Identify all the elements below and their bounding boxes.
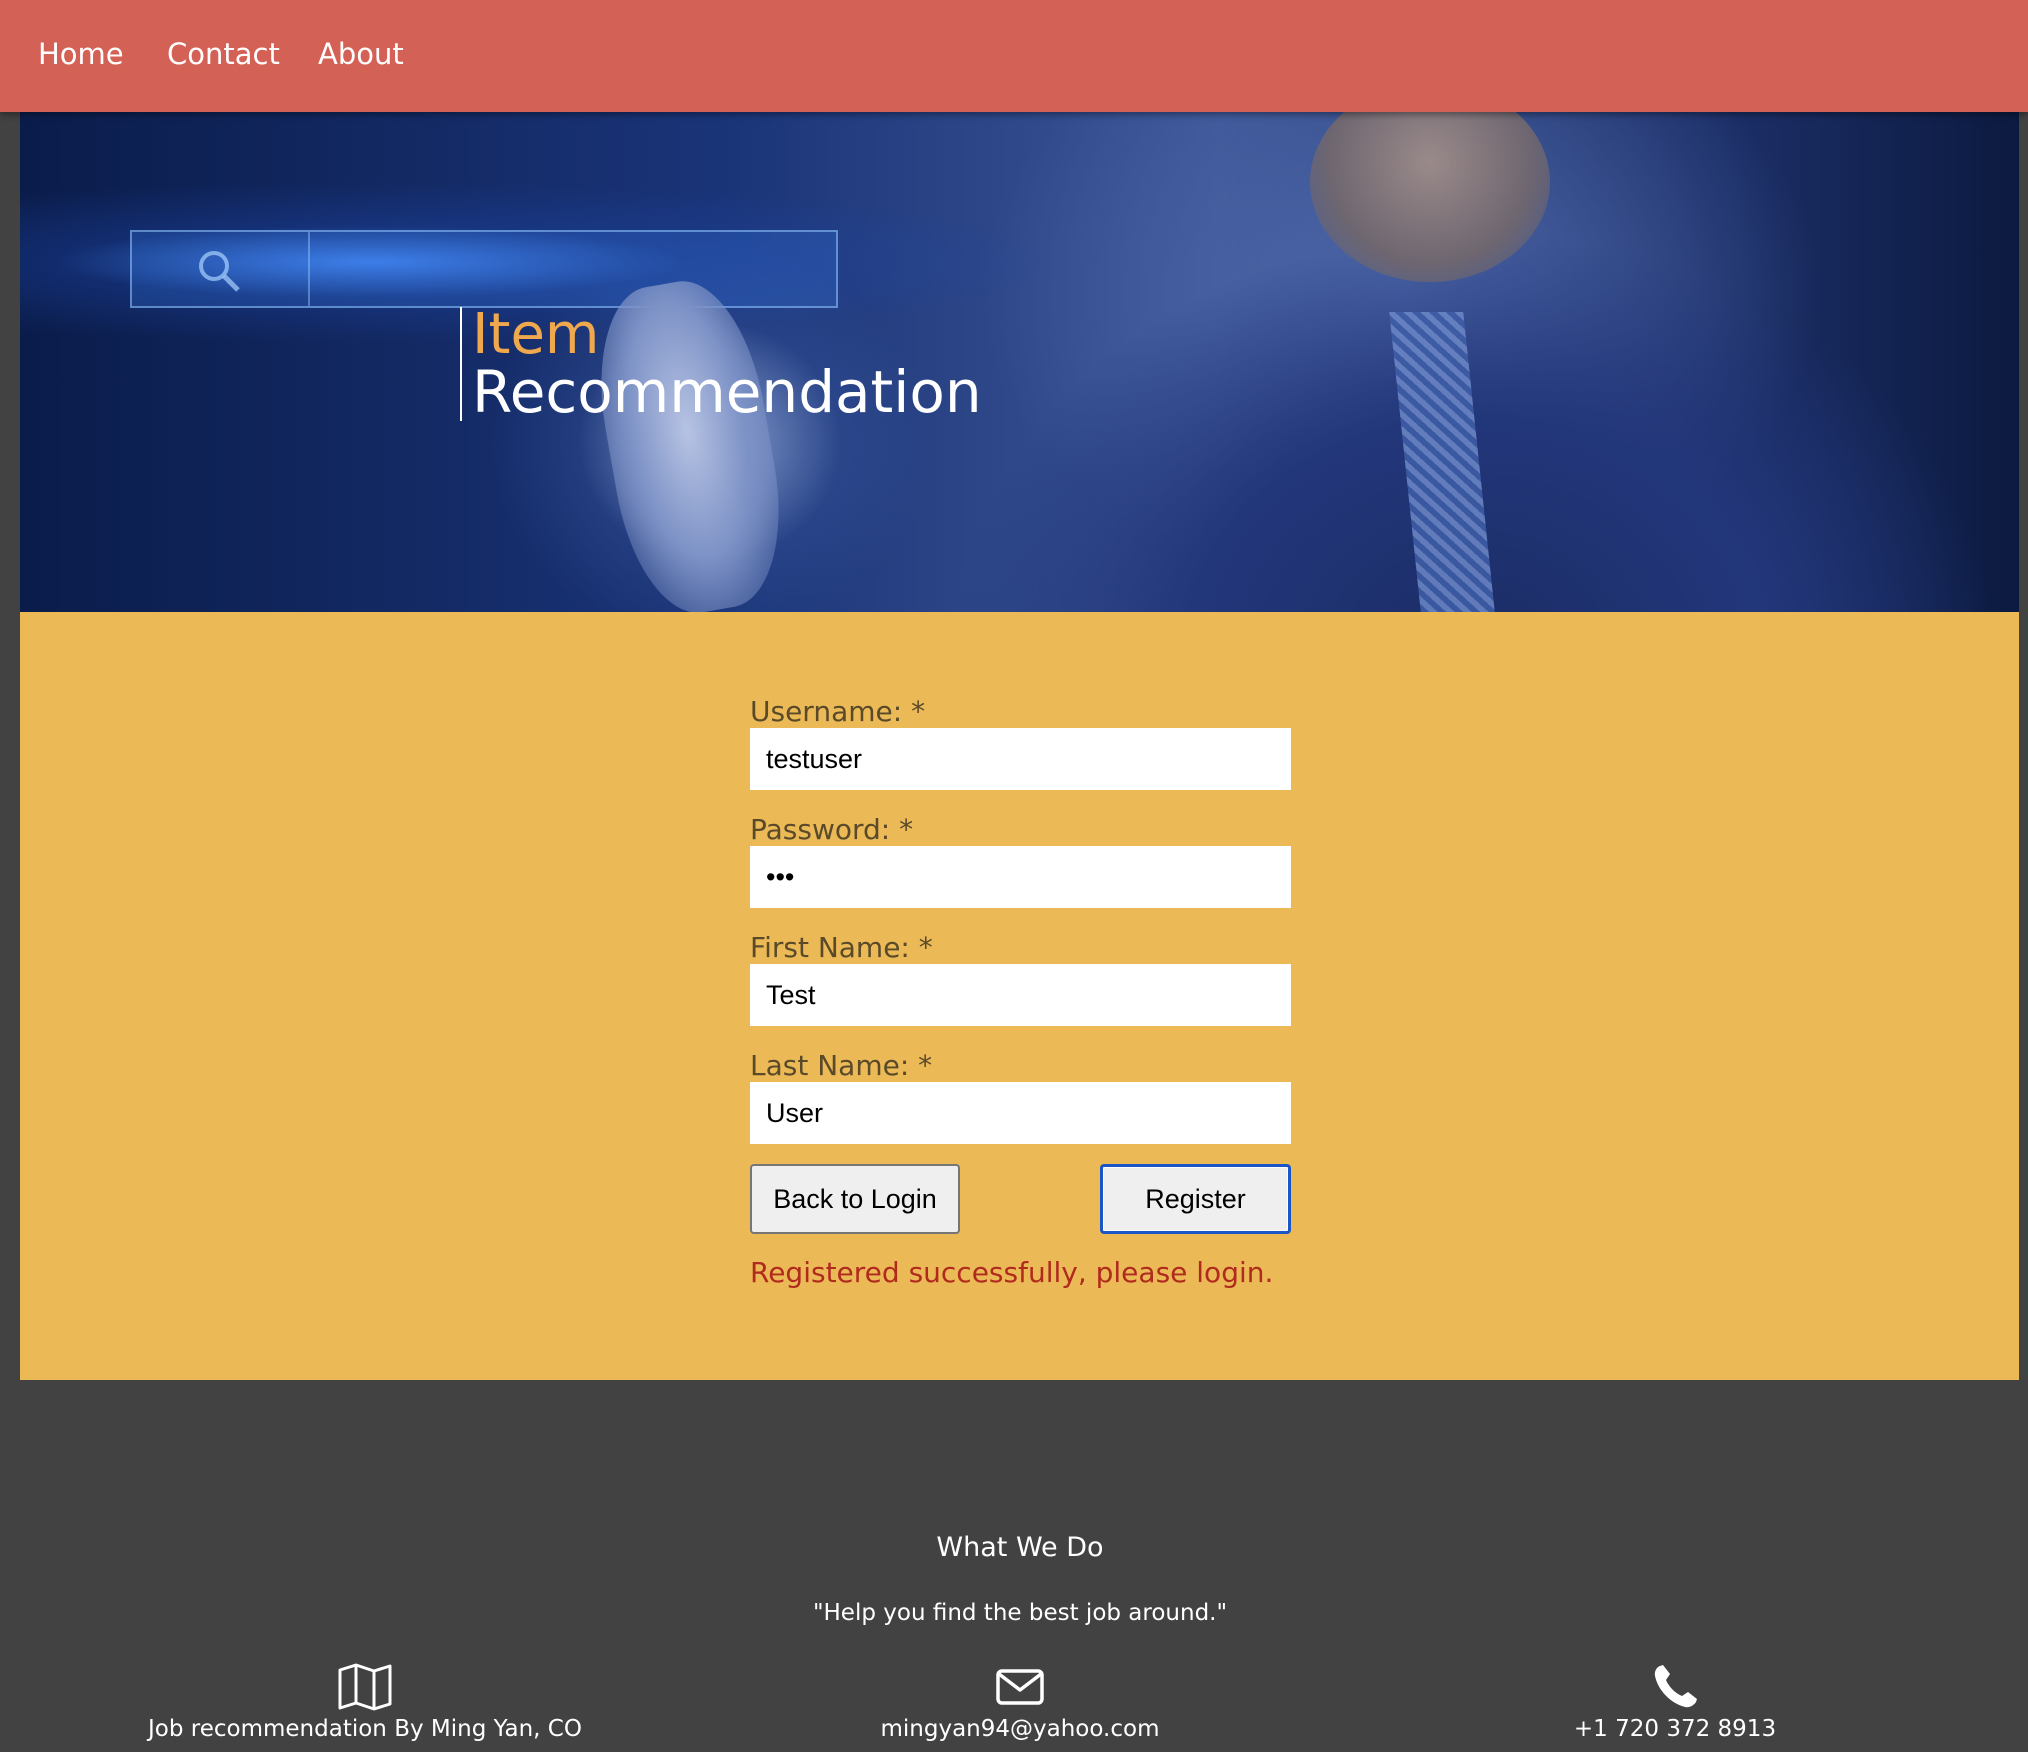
phone-icon[interactable] [1650,1662,1700,1712]
register-form: Username: * Password: * First Name: * La… [750,696,1291,1289]
top-nav: Home Contact About [0,0,2028,112]
password-label: Password: * [750,813,914,846]
status-message: Registered successfully, please login. [750,1256,1274,1289]
footer-email: mingyan94@yahoo.com [720,1662,1320,1742]
footer-heading: What We Do [936,1532,1104,1563]
magnifier-icon [199,251,240,292]
first-name-label: First Name: * [750,931,933,964]
last-name-input[interactable] [750,1082,1291,1144]
map-icon [338,1663,392,1711]
footer-phone-text[interactable]: +1 720 372 8913 [1375,1716,1975,1742]
footer-quote: "Help you find the best job around." [812,1600,1228,1626]
envelope-icon[interactable] [995,1662,1045,1712]
footer-address: Job recommendation By Ming Yan, CO [65,1662,665,1742]
register-button[interactable]: Register [1100,1164,1291,1234]
footer-address-text: Job recommendation By Ming Yan, CO [148,1716,582,1742]
hero-search-graphic [130,230,838,308]
nav-about-link[interactable]: About [318,0,404,108]
nav-contact-link[interactable]: Contact [167,0,280,108]
form-buttons: Back to Login Register [750,1164,1291,1234]
register-section: Username: * Password: * First Name: * La… [20,612,2019,1380]
footer-phone: +1 720 372 8913 [1375,1662,1975,1742]
hero-title-recommendation: Recommendation [472,358,982,426]
username-label: Username: * [750,695,926,728]
hero-title-item: Item [472,302,600,367]
first-name-input[interactable] [750,964,1291,1026]
footer-email-text[interactable]: mingyan94@yahoo.com [720,1716,1320,1742]
hero-banner: Item Recommendation [20,112,2019,612]
hero-title: Item Recommendation [460,307,982,421]
last-name-label: Last Name: * [750,1049,933,1082]
hero-search-divider [308,232,310,306]
password-input[interactable] [750,846,1291,908]
back-to-login-button[interactable]: Back to Login [750,1164,960,1234]
username-input[interactable] [750,728,1291,790]
nav-home-link[interactable]: Home [38,0,124,108]
